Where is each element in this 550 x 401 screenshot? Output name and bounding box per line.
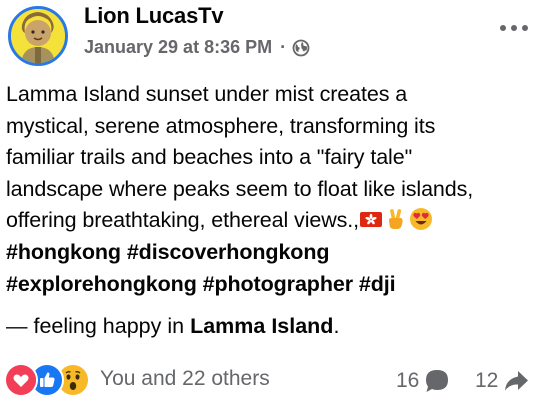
author-avatar[interactable] bbox=[8, 6, 68, 66]
love-reaction-icon bbox=[4, 363, 38, 397]
hong-kong-flag-emoji bbox=[360, 212, 383, 228]
more-horizontal-icon bbox=[500, 25, 528, 31]
post-header: Lion LucasTv January 29 at 8:36 PM · bbox=[0, 0, 550, 72]
post-text-line: offering breathtaking, ethereal views., bbox=[6, 208, 360, 233]
feeling-place-link[interactable]: Lamma Island bbox=[190, 314, 333, 338]
more-options-button[interactable] bbox=[494, 16, 534, 40]
victory-hand-emoji bbox=[389, 209, 403, 230]
post-text-line: mystical, serene atmosphere, transformin… bbox=[6, 113, 436, 138]
feeling-activity: — feeling happy in Lamma Island. bbox=[6, 314, 339, 339]
post-text-line: Lamma Island sunset under mist creates a bbox=[6, 82, 408, 106]
globe-icon[interactable] bbox=[292, 39, 310, 57]
author-name[interactable]: Lion LucasTv bbox=[84, 3, 224, 29]
post-footer: You and 22 others 16 12 bbox=[0, 360, 550, 400]
avatar-lion-illustration-icon bbox=[11, 9, 65, 63]
feeling-prefix: — feeling happy in bbox=[6, 314, 191, 338]
hashtag-line[interactable]: #hongkong #discoverhongkong bbox=[6, 237, 546, 269]
reaction-icons[interactable] bbox=[4, 363, 90, 397]
comments-count[interactable]: 16 bbox=[396, 367, 451, 395]
hashtag-line[interactable]: #explorehongkong #photographer #dji bbox=[6, 269, 546, 301]
shares-count-value: 12 bbox=[475, 369, 499, 392]
reactions-summary[interactable]: You and 22 others bbox=[100, 367, 270, 391]
post-timestamp[interactable]: January 29 at 8:36 PM bbox=[84, 37, 272, 58]
share-icon bbox=[505, 371, 529, 391]
post-meta: January 29 at 8:36 PM · bbox=[84, 37, 310, 58]
meta-separator: · bbox=[280, 37, 287, 57]
post-text-line: landscape where peaks seem to float like… bbox=[6, 176, 474, 201]
post-body: Lamma Island sunset under mist creates a… bbox=[6, 79, 546, 300]
feeling-suffix: . bbox=[333, 314, 340, 338]
shares-count[interactable]: 12 bbox=[475, 367, 530, 395]
post-text-line-with-emojis: offering breathtaking, ethereal views., bbox=[6, 205, 546, 237]
comments-count-value: 16 bbox=[396, 369, 420, 392]
comment-icon bbox=[426, 370, 449, 392]
post-text-line: familiar trails and beaches into a "fair… bbox=[6, 145, 413, 170]
heart-eyes-emoji bbox=[410, 208, 433, 231]
